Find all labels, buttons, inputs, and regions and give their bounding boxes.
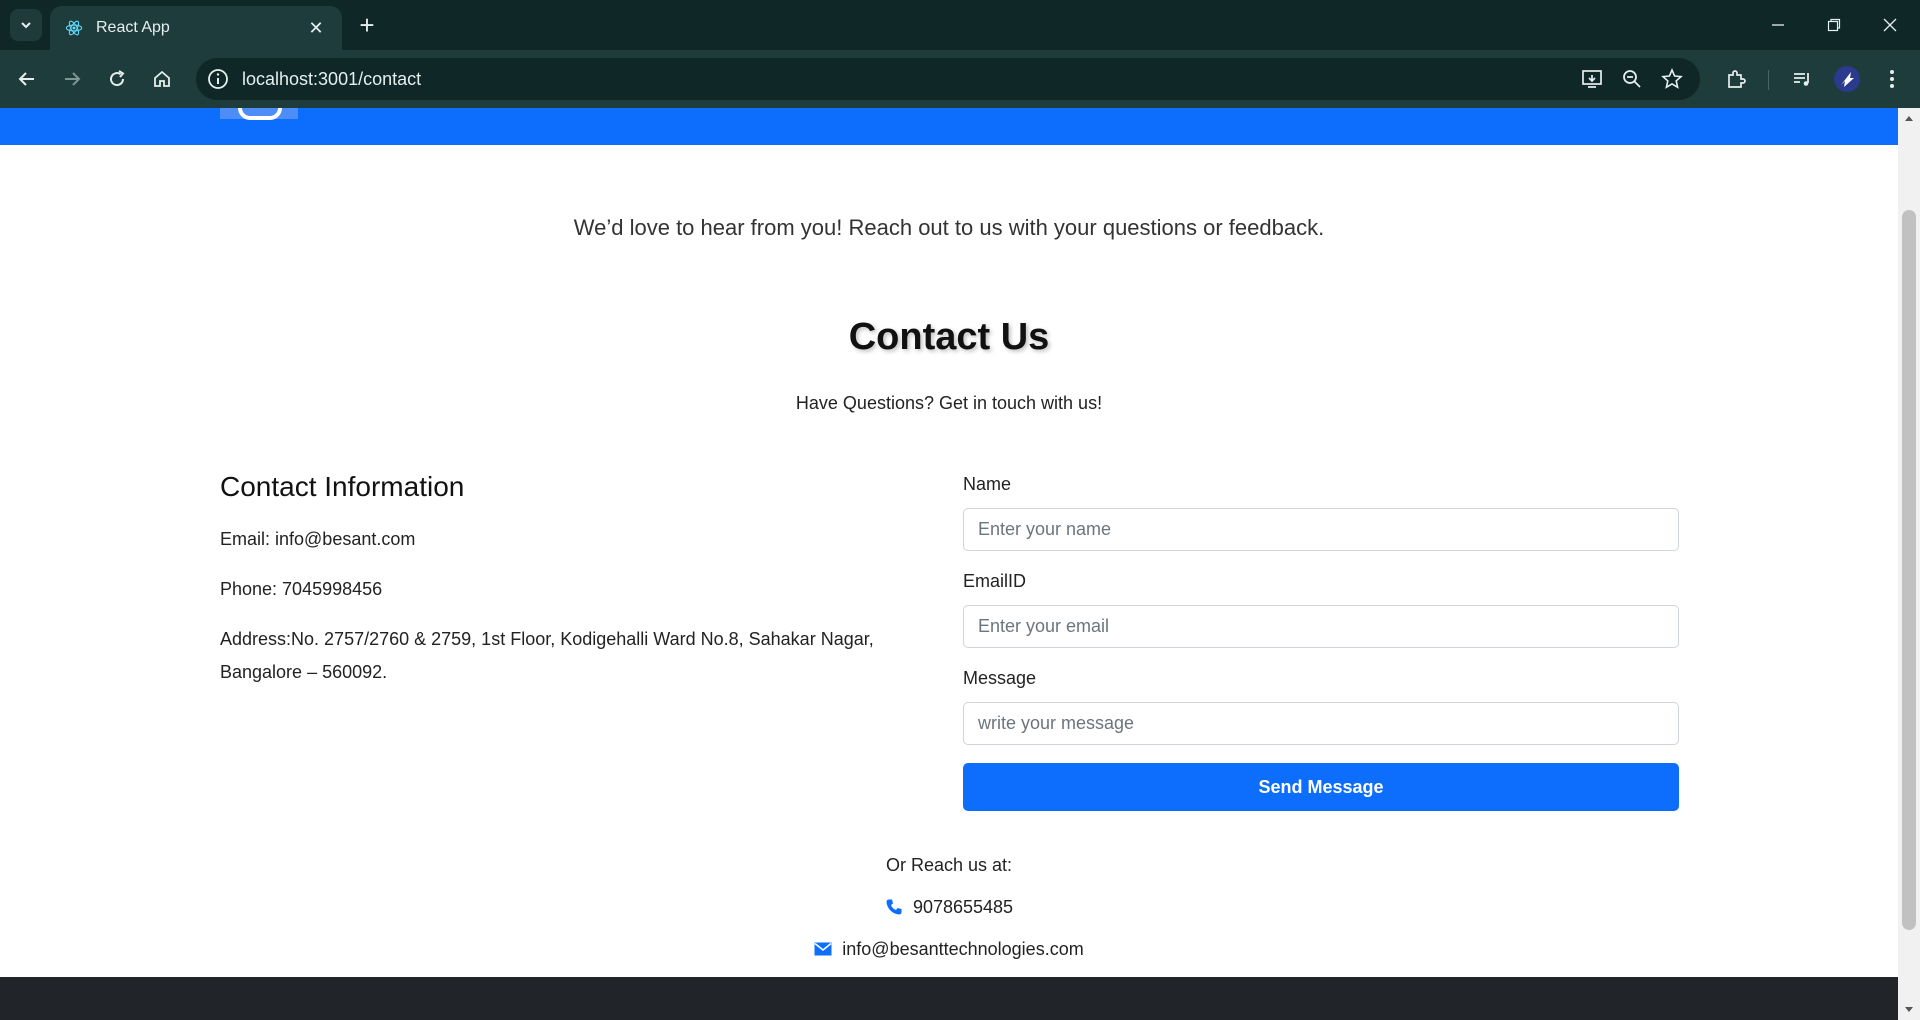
back-button[interactable] bbox=[10, 62, 44, 96]
contact-info-heading: Contact Information bbox=[220, 471, 465, 502]
contact-phone: Phone: 7045998456 bbox=[220, 579, 383, 599]
address-bar[interactable]: localhost:3001/contact bbox=[196, 58, 1700, 100]
site-logo[interactable] bbox=[220, 108, 298, 120]
arrow-left-icon bbox=[18, 72, 34, 86]
send-message-button[interactable]: Send Message bbox=[963, 763, 1679, 811]
reload-icon bbox=[110, 70, 125, 87]
restore-icon bbox=[1827, 18, 1841, 32]
contact-information: Contact Information Email: info@besant.c… bbox=[220, 471, 920, 706]
scroll-down-arrow-icon[interactable] bbox=[1903, 1004, 1915, 1016]
browser-toolbar: localhost:3001/contact bbox=[0, 50, 1920, 108]
scroll-up-arrow-icon[interactable] bbox=[1903, 112, 1915, 124]
site-navbar bbox=[0, 108, 1898, 145]
tab-close-icon[interactable]: ✕ bbox=[304, 18, 328, 39]
envelope-icon bbox=[814, 942, 832, 956]
info-icon[interactable] bbox=[206, 67, 230, 91]
react-icon bbox=[64, 18, 84, 38]
url-text: localhost:3001/contact bbox=[242, 69, 422, 89]
reach-email[interactable]: info@besanttechnologies.com bbox=[842, 939, 1083, 960]
minimize-icon bbox=[1772, 24, 1784, 26]
email-input[interactable] bbox=[963, 605, 1679, 648]
new-tab-button[interactable]: + bbox=[352, 10, 382, 40]
page-subtitle: Have Questions? Get in touch with us! bbox=[795, 393, 1103, 413]
name-input[interactable] bbox=[963, 508, 1679, 551]
contact-form: Name EmailID Message Send Message bbox=[963, 474, 1679, 811]
close-icon bbox=[1883, 18, 1897, 32]
close-window-button[interactable] bbox=[1862, 8, 1918, 42]
reload-button[interactable] bbox=[100, 62, 134, 96]
chevron-down-icon bbox=[21, 22, 31, 29]
reach-us-label: Or Reach us at: bbox=[885, 854, 1013, 875]
browser-tab[interactable]: React App ✕ bbox=[50, 6, 342, 50]
message-input[interactable] bbox=[963, 702, 1679, 745]
reach-email-row: info@besanttechnologies.com bbox=[0, 928, 1898, 970]
browser-tab-bar: React App ✕ + bbox=[0, 0, 1920, 50]
install-app-icon[interactable] bbox=[1580, 67, 1604, 91]
contact-email: Email: info@besant.com bbox=[220, 529, 416, 549]
tab-search-button[interactable] bbox=[10, 9, 42, 41]
message-label: Message bbox=[963, 668, 1037, 688]
bookmark-star-icon[interactable] bbox=[1660, 67, 1684, 91]
home-button[interactable] bbox=[145, 62, 179, 96]
restore-button[interactable] bbox=[1806, 8, 1862, 42]
reach-phone[interactable]: 9078655485 bbox=[913, 897, 1013, 918]
reach-us-section: Or Reach us at: 9078655485 info@besantte… bbox=[0, 844, 1898, 970]
tab-title: React App bbox=[96, 19, 170, 36]
page-viewport: We’d love to hear from you! Reach out to… bbox=[0, 108, 1898, 1020]
name-label: Name bbox=[963, 474, 1012, 494]
arrow-right-icon bbox=[65, 72, 81, 86]
home-icon bbox=[154, 70, 170, 87]
page-title: Contact Us bbox=[848, 316, 1050, 358]
contact-address: Address:No. 2757/2760 & 2759, 1st Floor,… bbox=[220, 629, 874, 682]
media-control-icon[interactable] bbox=[1786, 63, 1818, 95]
site-footer bbox=[0, 977, 1898, 1020]
email-label: EmailID bbox=[963, 571, 1027, 591]
toolbar-divider bbox=[1768, 70, 1769, 90]
intro-text: We’d love to hear from you! Reach out to… bbox=[573, 215, 1325, 240]
zoom-icon[interactable] bbox=[1620, 67, 1644, 91]
page-scrollbar[interactable] bbox=[1898, 108, 1920, 1020]
extensions-icon[interactable] bbox=[1720, 63, 1752, 95]
profile-avatar[interactable] bbox=[1831, 63, 1863, 95]
forward-button[interactable] bbox=[55, 62, 89, 96]
scrollbar-thumb[interactable] bbox=[1902, 210, 1916, 930]
browser-menu-icon[interactable] bbox=[1876, 63, 1908, 95]
phone-icon bbox=[885, 898, 903, 916]
minimize-button[interactable] bbox=[1750, 8, 1806, 42]
reach-phone-row: 9078655485 bbox=[0, 886, 1898, 928]
